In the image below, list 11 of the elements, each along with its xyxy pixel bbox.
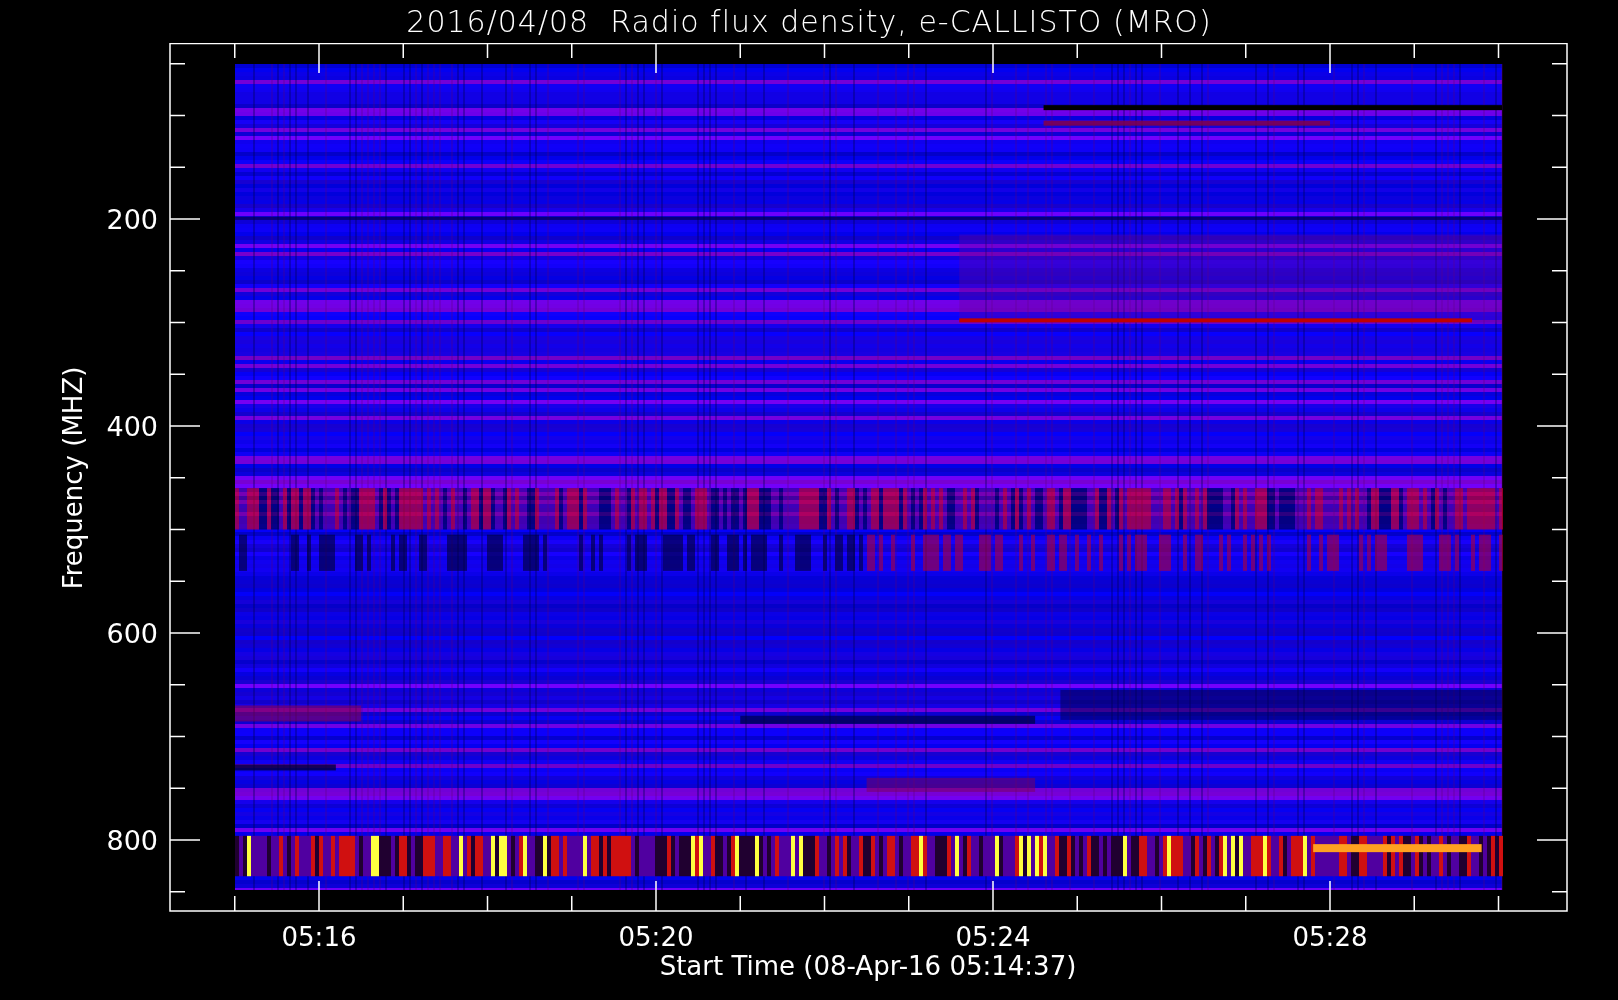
axis-tick-label: 800	[106, 825, 158, 856]
x-axis-label: Start Time (08-Apr-16 05:14:37)	[659, 951, 1077, 981]
axis-tick-label: 05:16	[281, 922, 357, 952]
axis-tick-label: 05:24	[955, 922, 1031, 952]
axis-tick-label: 05:28	[1292, 922, 1368, 952]
axis-tick-label: 05:20	[618, 922, 694, 952]
y-axis-label: Frequency (MHZ)	[58, 366, 88, 590]
axis-tick-label: 600	[106, 618, 158, 649]
axis-tick-label: 400	[106, 411, 158, 442]
plot-title: 2016/04/08 Radio flux density, e-CALLISTO (MRO)	[405, 3, 1213, 41]
axis-tick-label: 200	[106, 204, 158, 235]
